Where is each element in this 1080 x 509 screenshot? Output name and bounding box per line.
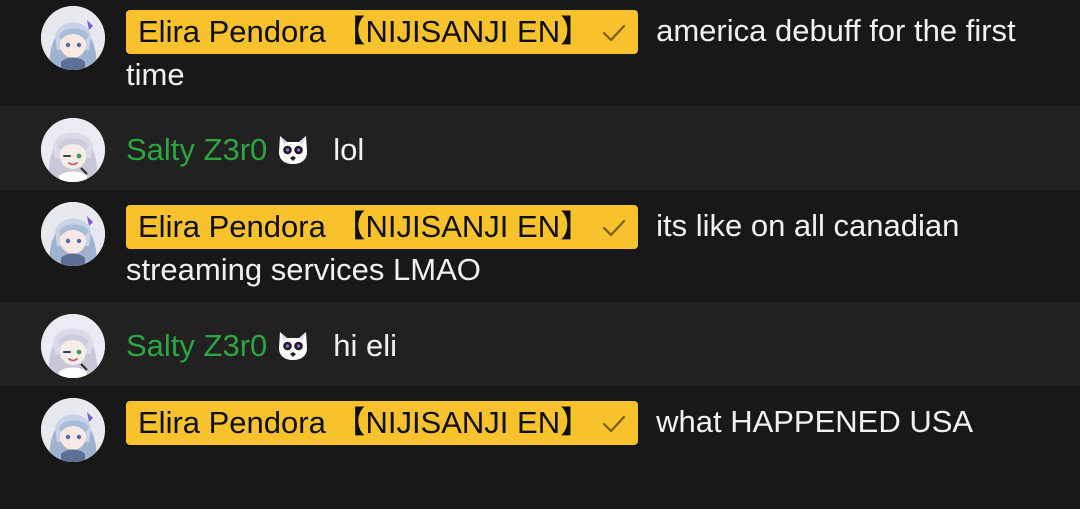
avatar[interactable] xyxy=(41,202,105,266)
check-icon xyxy=(601,205,627,261)
message-text: lol xyxy=(333,132,365,167)
message-content: Elira Pendora 【NIJISANJI EN】 its like on … xyxy=(126,205,1020,291)
author-name[interactable]: Salty Z3r0 xyxy=(126,328,267,363)
live-chat-list: Elira Pendora 【NIJISANJI EN】 america debu… xyxy=(0,0,1080,509)
check-icon xyxy=(601,401,627,457)
author-name[interactable]: Salty Z3r0 xyxy=(126,132,267,167)
chat-message: Salty Z3r0 lol xyxy=(0,106,1080,190)
message-text: hi eli xyxy=(333,328,398,363)
author-name: Elira Pendora 【NIJISANJI EN】 xyxy=(138,405,592,440)
owner-author-chip[interactable]: Elira Pendora 【NIJISANJI EN】 xyxy=(126,401,639,445)
check-icon xyxy=(601,10,627,66)
avatar-image xyxy=(41,314,105,378)
chat-message: Salty Z3r0 hi eli xyxy=(0,302,1080,386)
avatar-image xyxy=(41,398,105,462)
message-content: Elira Pendora 【NIJISANJI EN】 what HAPPENE… xyxy=(126,401,1020,445)
avatar-image xyxy=(41,202,105,266)
message-content: Salty Z3r0 lol xyxy=(126,129,1020,171)
chat-message: Elira Pendora 【NIJISANJI EN】 its like on … xyxy=(0,190,1080,302)
message-content: Elira Pendora 【NIJISANJI EN】 america debu… xyxy=(126,10,1020,96)
owner-author-chip[interactable]: Elira Pendora 【NIJISANJI EN】 xyxy=(126,10,639,54)
avatar-image xyxy=(41,118,105,182)
author-name: Elira Pendora 【NIJISANJI EN】 xyxy=(138,209,592,244)
chat-message: Elira Pendora 【NIJISANJI EN】 america debu… xyxy=(0,0,1080,106)
member-badge-icon xyxy=(275,130,311,166)
avatar[interactable] xyxy=(41,314,105,378)
avatar[interactable] xyxy=(41,6,105,70)
chat-message: Elira Pendora 【NIJISANJI EN】 what HAPPENE… xyxy=(0,386,1080,509)
member-badge-icon xyxy=(275,326,311,362)
message-text: what HAPPENED USA xyxy=(656,404,974,439)
author-name: Elira Pendora 【NIJISANJI EN】 xyxy=(138,14,592,49)
owner-author-chip[interactable]: Elira Pendora 【NIJISANJI EN】 xyxy=(126,205,639,249)
message-content: Salty Z3r0 hi eli xyxy=(126,325,1020,367)
avatar[interactable] xyxy=(41,398,105,462)
avatar-image xyxy=(41,6,105,70)
avatar[interactable] xyxy=(41,118,105,182)
